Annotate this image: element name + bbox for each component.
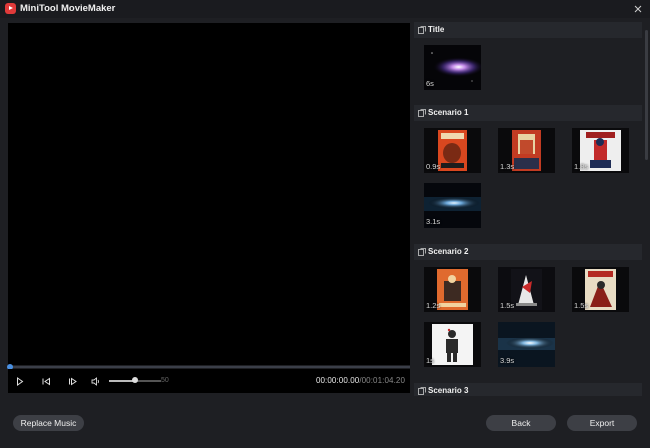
template-section-icon bbox=[418, 109, 426, 117]
window-title: MiniTool MovieMaker bbox=[20, 3, 116, 14]
clip-thumbnail[interactable]: 0.9s bbox=[424, 128, 481, 173]
video-preview[interactable] bbox=[8, 23, 410, 365]
playback-time: 00:00:00.00/00:01:04.20 bbox=[316, 376, 405, 385]
clip-thumbnail[interactable]: 1.5s bbox=[498, 267, 555, 312]
clip-duration: 3.9s bbox=[500, 356, 515, 365]
play-button[interactable] bbox=[13, 374, 27, 388]
clip-duration: 1s bbox=[426, 356, 434, 365]
clip-thumbnail[interactable]: 1.5s bbox=[572, 267, 629, 312]
section-title: Scenario 1 bbox=[428, 108, 469, 117]
player-controls: 50 00:00:00.00/00:01:04.20 bbox=[8, 369, 410, 393]
next-frame-button[interactable] bbox=[65, 374, 79, 388]
app-logo-icon bbox=[5, 3, 16, 14]
clip-duration: 1.2s bbox=[426, 301, 441, 310]
template-section-icon bbox=[418, 26, 426, 34]
clip-duration: 6s bbox=[426, 79, 434, 88]
replace-music-button[interactable]: Replace Music bbox=[13, 415, 84, 431]
previous-frame-icon bbox=[42, 377, 50, 385]
clip-duration: 0.9s bbox=[426, 162, 441, 171]
play-icon bbox=[17, 376, 24, 386]
clip-thumbnail[interactable]: 6s bbox=[424, 45, 481, 90]
clip-thumbnail[interactable]: 1.2s bbox=[424, 267, 481, 312]
export-button[interactable]: Export bbox=[567, 415, 637, 431]
volume-value: 50 bbox=[161, 377, 169, 384]
volume-slider-handle[interactable] bbox=[132, 377, 138, 383]
clip-duration: 1.5s bbox=[500, 301, 515, 310]
next-frame-icon bbox=[68, 377, 77, 385]
section-title: Scenario 2 bbox=[428, 247, 469, 256]
current-time: 00:00:00.00 bbox=[315, 376, 360, 385]
back-button[interactable]: Back bbox=[486, 415, 556, 431]
panel-scrollbar-thumb[interactable] bbox=[645, 30, 648, 160]
template-section-icon bbox=[418, 387, 426, 395]
clip-duration: 1.5s bbox=[574, 301, 589, 310]
volume-button[interactable] bbox=[89, 374, 103, 388]
clip-duration: 1.3s bbox=[500, 162, 515, 171]
clip-thumbnail[interactable]: 1.3s bbox=[498, 128, 555, 173]
volume-icon bbox=[91, 376, 99, 386]
close-button[interactable] bbox=[630, 1, 646, 17]
clip-duration: 3.1s bbox=[426, 217, 441, 226]
section-header-scenario-1: Scenario 1 bbox=[414, 105, 642, 121]
section-header-scenario-3: Scenario 3 bbox=[414, 383, 642, 396]
title-bar: MiniTool MovieMaker bbox=[0, 0, 650, 18]
close-icon bbox=[634, 5, 642, 13]
section-title: Scenario 3 bbox=[428, 386, 469, 395]
section-header-title: Title bbox=[414, 22, 642, 38]
clip-duration: 1.8s bbox=[574, 162, 589, 171]
clip-thumbnail[interactable]: 3.1s bbox=[424, 183, 481, 228]
section-title: Title bbox=[428, 25, 445, 34]
section-header-scenario-2: Scenario 2 bbox=[414, 244, 642, 260]
clip-thumbnail[interactable]: 1.8s bbox=[572, 128, 629, 173]
seek-bar[interactable] bbox=[8, 366, 410, 368]
total-time: /00:01:04.20 bbox=[359, 376, 405, 385]
clip-thumbnail[interactable]: 3.9s bbox=[498, 322, 555, 367]
template-panel: Title 6s Scenario 1 0.9s 1.3s 1.8s 3.1s … bbox=[414, 18, 650, 396]
template-section-icon bbox=[418, 248, 426, 256]
clip-thumbnail[interactable]: 1s bbox=[424, 322, 481, 367]
previous-frame-button[interactable] bbox=[39, 374, 53, 388]
